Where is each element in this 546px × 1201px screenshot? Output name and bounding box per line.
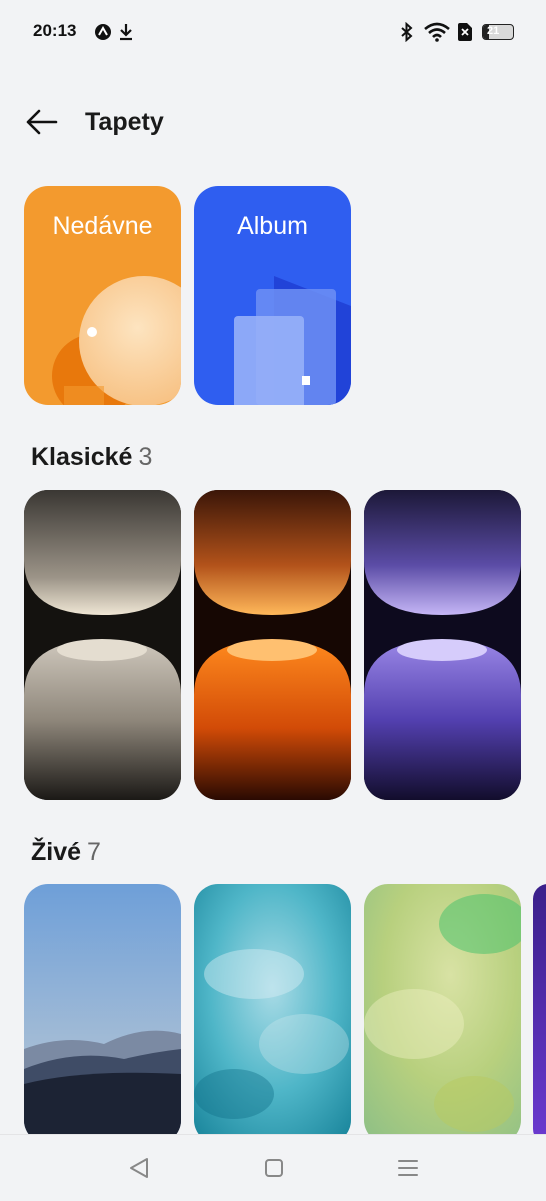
nav-recents-button[interactable] xyxy=(388,1153,428,1183)
status-bar: 20:13 21 xyxy=(0,0,546,64)
live-wallpaper-hills[interactable] xyxy=(24,884,181,1144)
recent-album-label: Nedávne xyxy=(52,212,153,240)
page-title: Tapety xyxy=(85,108,164,136)
recents-menu-icon xyxy=(398,1160,418,1176)
album-label: Album xyxy=(237,212,308,240)
app-header: Tapety xyxy=(0,92,546,152)
wallpaper-preview xyxy=(364,490,521,800)
wallpaper-preview xyxy=(194,490,351,800)
live-section-title: Živé xyxy=(31,838,82,866)
arrow-left-icon xyxy=(26,109,58,135)
wifi-icon xyxy=(424,22,450,42)
classic-wallpaper-purple[interactable] xyxy=(364,490,521,800)
live-wallpaper-green[interactable] xyxy=(364,884,521,1144)
classic-wallpaper-silver[interactable] xyxy=(24,490,181,800)
back-button[interactable] xyxy=(22,106,62,138)
live-section-header: Živé 7 xyxy=(31,838,101,867)
navigation-bar xyxy=(0,1134,546,1201)
live-section-count: 7 xyxy=(87,838,101,866)
classic-section-count: 3 xyxy=(138,443,153,471)
battery-icon: 21 xyxy=(482,24,514,40)
live-wallpaper-partial[interactable] xyxy=(533,884,546,1144)
home-square-icon xyxy=(265,1159,283,1177)
battery-level: 21 xyxy=(487,25,500,37)
wallpaper-preview xyxy=(24,490,181,800)
album-tile[interactable]: Album xyxy=(194,186,351,405)
classic-section-header: Klasické 3 xyxy=(31,443,152,472)
sim-off-icon xyxy=(458,23,472,41)
wallpaper-preview xyxy=(364,884,521,1144)
nav-back-button[interactable] xyxy=(120,1153,160,1183)
status-time: 20:13 xyxy=(33,21,77,40)
wallpaper-preview xyxy=(24,884,181,1144)
recent-album-tile[interactable]: Nedávne xyxy=(24,186,181,405)
wallpaper-preview xyxy=(194,884,351,1144)
classic-section-title: Klasické xyxy=(31,443,133,471)
nav-home-button[interactable] xyxy=(254,1153,294,1183)
back-triangle-icon xyxy=(130,1158,148,1178)
gauge-icon xyxy=(95,24,111,40)
live-wallpaper-teal[interactable] xyxy=(194,884,351,1144)
bluetooth-icon xyxy=(401,22,413,42)
download-icon xyxy=(120,24,132,41)
classic-wallpaper-orange[interactable] xyxy=(194,490,351,800)
